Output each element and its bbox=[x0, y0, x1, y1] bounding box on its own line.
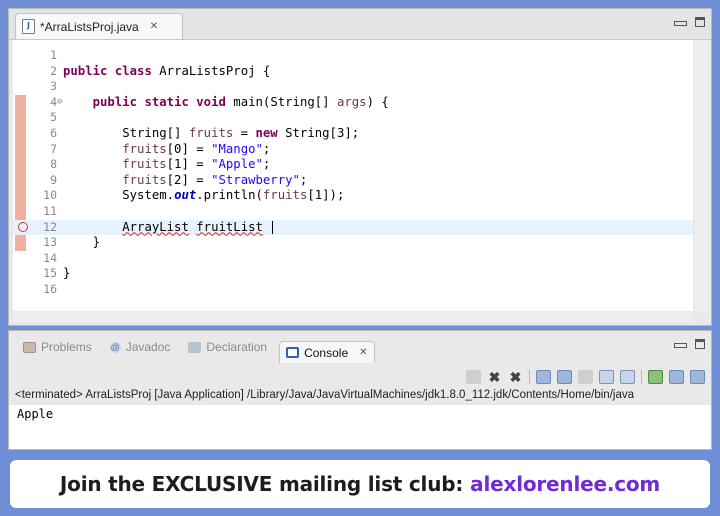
line-number: 3 bbox=[50, 79, 57, 94]
code-text: String[] fruits = new String[3]; bbox=[63, 126, 360, 140]
code-line[interactable]: 11 bbox=[13, 204, 693, 220]
error-icon[interactable] bbox=[18, 221, 28, 232]
code-text: } bbox=[63, 235, 101, 250]
declaration-icon bbox=[188, 341, 202, 353]
code-text: public static void main(String[] args) { bbox=[92, 94, 389, 109]
tab-console[interactable]: Console ✕ bbox=[279, 341, 375, 363]
code-line[interactable]: 7 fruits[0] = "Mango"; bbox=[13, 142, 693, 158]
editor-tab-label: *ArraListsProj.java bbox=[40, 19, 139, 34]
remove-launch-icon[interactable]: ✖ bbox=[487, 370, 502, 384]
show-console-stdout-icon[interactable] bbox=[599, 370, 614, 384]
code-text: ArrayList fruitList bbox=[63, 220, 274, 236]
tab-label: Console bbox=[304, 345, 349, 360]
code-text: fruits[0] = "Mango"; bbox=[122, 141, 271, 156]
code-line[interactable]: 16 bbox=[13, 282, 693, 298]
maximize-icon[interactable] bbox=[695, 339, 705, 349]
problems-icon bbox=[23, 341, 36, 353]
code-line[interactable]: 13 } bbox=[13, 235, 693, 251]
scroll-lock-icon[interactable] bbox=[557, 370, 572, 384]
code-line[interactable]: 2 public class ArraListsProj { bbox=[13, 64, 693, 80]
code-line[interactable]: 3 bbox=[13, 79, 693, 95]
code-line[interactable]: 6 String[] fruits = new String[3]; bbox=[13, 126, 693, 142]
line-number: 14 bbox=[43, 250, 57, 265]
code-line[interactable]: 12 ArrayList fruitList bbox=[13, 219, 693, 236]
minimize-icon[interactable] bbox=[674, 343, 687, 348]
console-icon bbox=[286, 347, 300, 358]
open-console-icon[interactable] bbox=[690, 370, 705, 384]
text-caret bbox=[272, 220, 274, 234]
horizontal-scrollbar[interactable] bbox=[13, 313, 693, 323]
line-number: 7 bbox=[50, 141, 57, 156]
line-number: 4 bbox=[50, 94, 57, 109]
vertical-scrollbar[interactable] bbox=[695, 40, 709, 311]
editor-window: J *ArraListsProj.java ✕ 1 2 public class A… bbox=[8, 8, 712, 326]
maximize-icon[interactable] bbox=[695, 17, 705, 27]
code-text: fruits[1] = "Apple"; bbox=[122, 157, 271, 172]
line-number: 1 bbox=[50, 48, 57, 62]
code-text: } bbox=[63, 266, 71, 281]
line-number: 5 bbox=[50, 110, 57, 125]
tab-javadoc[interactable]: @ Javadoc bbox=[104, 336, 177, 358]
code-text: System.out.println(fruits[1]); bbox=[63, 188, 345, 203]
terminate-icon[interactable] bbox=[466, 370, 481, 384]
code-line[interactable]: 8 fruits[1] = "Apple"; bbox=[13, 157, 693, 173]
remove-all-launches-icon[interactable]: ✖ bbox=[508, 370, 523, 384]
console-window-controls bbox=[674, 339, 705, 349]
console-output-text: Apple bbox=[17, 407, 54, 421]
banner-link[interactable]: alexlorenlee.com bbox=[470, 472, 660, 496]
views-tabbar: Problems @ Javadoc Declaration Console ✕ bbox=[9, 331, 711, 363]
editor-tabbar: J *ArraListsProj.java ✕ bbox=[9, 9, 711, 40]
code-line[interactable]: 10 System.out.println(fruits[1]); bbox=[13, 188, 693, 204]
console-output[interactable]: Apple bbox=[9, 405, 711, 449]
javadoc-icon: @ bbox=[109, 341, 121, 353]
editor-window-controls bbox=[674, 17, 705, 27]
tab-label: Problems bbox=[41, 340, 92, 354]
minimize-icon[interactable] bbox=[674, 21, 687, 26]
clear-console-icon[interactable] bbox=[536, 370, 551, 384]
line-number: 15 bbox=[43, 266, 57, 281]
toolbar-separator bbox=[641, 370, 642, 384]
console-toolbar: ✖ ✖ bbox=[466, 367, 705, 387]
line-number: 13 bbox=[43, 235, 57, 250]
code-editor[interactable]: 1 2 public class ArraListsProj { 3 4 ⊖ public… bbox=[13, 40, 693, 311]
line-number: 8 bbox=[50, 157, 57, 172]
tab-label: Javadoc bbox=[125, 340, 171, 354]
line-number: 2 bbox=[50, 63, 57, 78]
java-file-icon: J bbox=[22, 19, 35, 34]
code-text: fruits[2] = "Strawberry"; bbox=[122, 172, 308, 187]
code-line[interactable]: 14 bbox=[13, 251, 693, 267]
code-text: public class ArraListsProj { bbox=[63, 63, 271, 78]
banner-text: Join the EXCLUSIVE mailing list club: bbox=[59, 472, 464, 496]
code-line[interactable]: 9 fruits[2] = "Strawberry"; bbox=[13, 173, 693, 189]
tab-declaration[interactable]: Declaration bbox=[182, 336, 273, 358]
line-number: 12 bbox=[43, 219, 57, 234]
tab-label: Declaration bbox=[206, 340, 268, 354]
line-number: 9 bbox=[50, 172, 57, 187]
tab-problems[interactable]: Problems bbox=[17, 336, 98, 358]
pin-console-icon[interactable] bbox=[648, 370, 663, 384]
code-line[interactable]: 5 bbox=[13, 110, 693, 126]
code-line[interactable]: 1 bbox=[13, 48, 693, 64]
console-panel: Problems @ Javadoc Declaration Console ✕… bbox=[8, 330, 712, 450]
promo-banner: Join the EXCLUSIVE mailing list club: al… bbox=[10, 460, 710, 508]
line-number: 16 bbox=[43, 282, 57, 296]
toolbar-separator bbox=[529, 370, 530, 384]
display-console-icon[interactable] bbox=[669, 370, 684, 384]
close-icon[interactable]: ✕ bbox=[359, 347, 367, 358]
show-console-stderr-icon[interactable] bbox=[620, 370, 635, 384]
line-number: 10 bbox=[43, 188, 57, 203]
line-number: 6 bbox=[50, 126, 57, 140]
close-icon[interactable]: ✕ bbox=[150, 21, 158, 32]
line-number: 11 bbox=[43, 204, 57, 218]
console-status: <terminated> ArraListsProj [Java Applica… bbox=[15, 389, 634, 401]
word-wrap-icon[interactable] bbox=[578, 370, 593, 384]
code-line[interactable]: 4 ⊖ public static void main(String[] args… bbox=[13, 95, 693, 111]
fold-icon[interactable]: ⊖ bbox=[57, 95, 62, 111]
editor-tab[interactable]: J *ArraListsProj.java ✕ bbox=[15, 13, 183, 39]
code-line[interactable]: 15} bbox=[13, 266, 693, 282]
